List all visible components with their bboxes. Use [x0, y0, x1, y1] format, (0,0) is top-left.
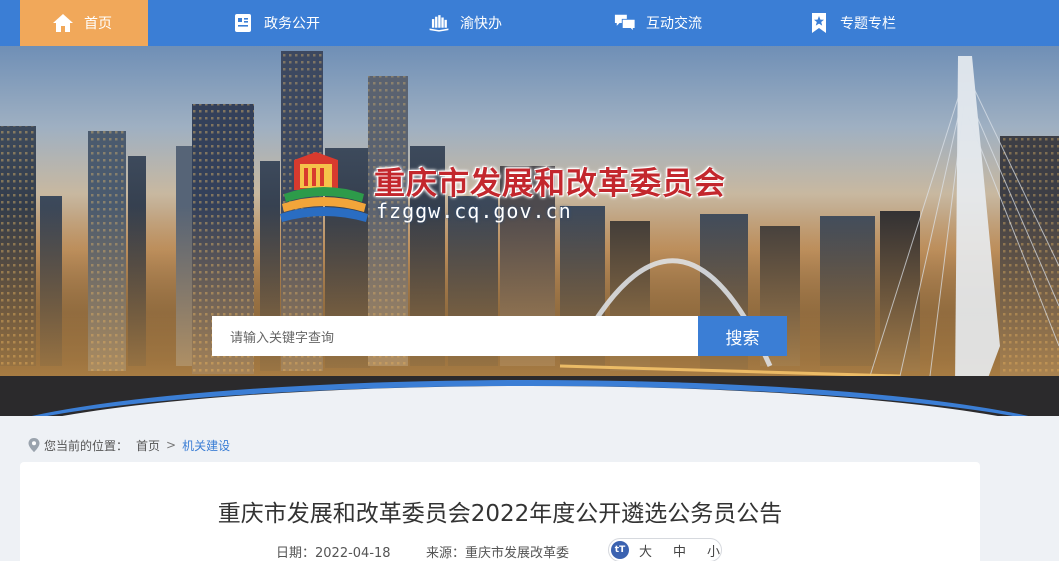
search-placeholder: 请输入关键字查询 [230, 330, 335, 346]
home-icon [52, 12, 74, 34]
breadcrumb-separator: > [166, 438, 177, 452]
id-card-icon [232, 12, 254, 34]
nav-label: 专题专栏 [840, 16, 896, 32]
date-label: 日期： [276, 546, 316, 561]
chat-icon [614, 12, 636, 34]
site-domain: fzggw.cq.gov.cn [376, 199, 572, 223]
city-skyline-image [0, 51, 1059, 416]
bookmark-star-icon [808, 12, 830, 34]
nav-item-interaction[interactable]: 互动交流 [614, 0, 702, 46]
article-source: 来源：重庆市发展改革委 [426, 542, 569, 561]
font-size-icon: tT [611, 541, 629, 559]
article-title: 重庆市发展和改革委员会2022年度公开遴选公务员公告 [217, 501, 783, 527]
book-icon [428, 12, 450, 34]
emblem-icon [280, 152, 368, 222]
breadcrumb-home-link[interactable]: 首页 [136, 437, 160, 454]
font-size-control: tT 大 中 小 [608, 538, 722, 561]
source-value: 重庆市发展改革委 [465, 546, 570, 561]
source-label: 来源： [426, 546, 466, 561]
nav-label: 互动交流 [646, 16, 702, 32]
search-input[interactable]: 请输入关键字查询 [212, 316, 698, 356]
breadcrumb-prefix: 您当前的位置： [44, 438, 129, 453]
article-date: 日期：2022-04-18 [276, 542, 391, 561]
nav-item-yukuaiban[interactable]: 渝快办 [428, 0, 502, 46]
site-logo[interactable]: 重庆市发展和改革委员会 fzggw.cq.gov.cn [276, 150, 726, 228]
article-card: 重庆市发展和改革委员会2022年度公开遴选公务员公告 日期：2022-04-18… [20, 462, 980, 561]
nav-label: 渝快办 [460, 16, 502, 32]
top-nav: 首页 政务公开 渝快办 互动交流 专题专栏 [0, 0, 1059, 46]
nav-label: 政务公开 [264, 16, 320, 32]
location-pin-icon [28, 438, 40, 452]
breadcrumb-current-link[interactable]: 机关建设 [182, 437, 230, 454]
nav-item-government-affairs[interactable]: 政务公开 [232, 0, 320, 46]
font-size-medium-button[interactable]: 中 [673, 541, 686, 560]
nav-item-special-topics[interactable]: 专题专栏 [808, 0, 896, 46]
nav-label: 首页 [84, 16, 112, 32]
org-name: 重庆市发展和改革委员会 [374, 166, 726, 202]
nav-item-home[interactable]: 首页 [20, 0, 148, 46]
font-size-large-button[interactable]: 大 [639, 541, 652, 560]
breadcrumb: 您当前的位置： 首页 > 机关建设 [28, 436, 230, 454]
banner: 重庆市发展和改革委员会 fzggw.cq.gov.cn 请输入关键字查询 搜索 [0, 46, 1059, 416]
date-value: 2022-04-18 [315, 546, 391, 561]
search-button[interactable]: 搜索 [698, 316, 787, 356]
font-size-small-button[interactable]: 小 [707, 541, 720, 560]
